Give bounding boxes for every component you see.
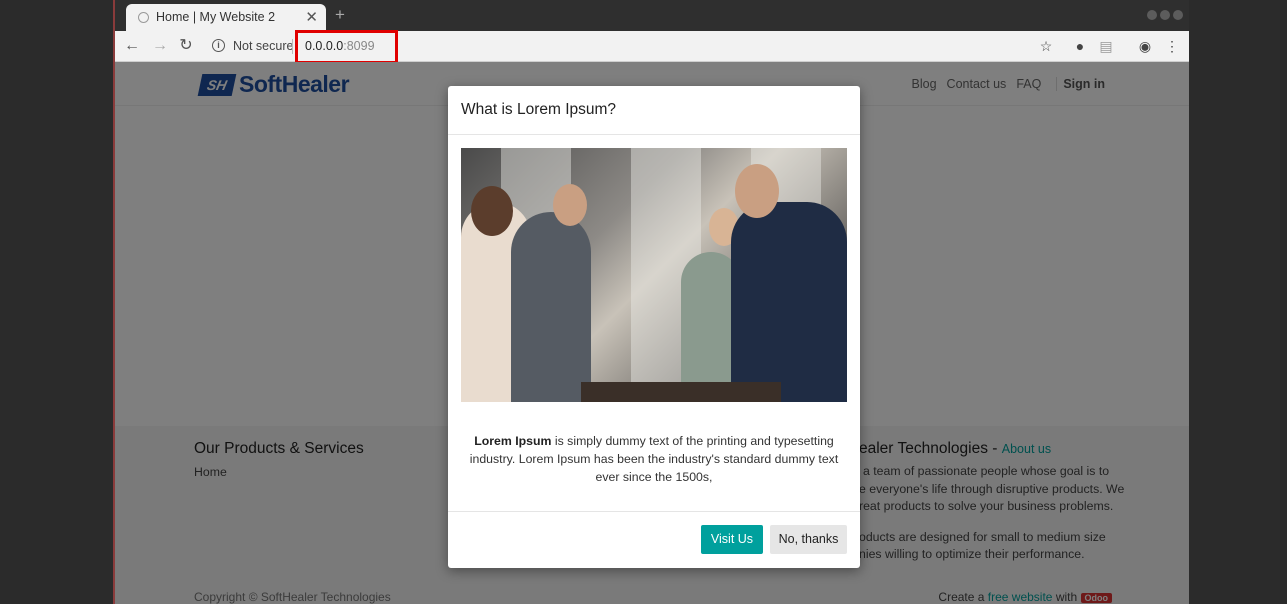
address-divider <box>292 39 293 54</box>
url-highlight-box <box>295 30 398 64</box>
browser-toolbar: ← → ↻ i Not secure 0.0.0.0:8099 ☆ ● ▤ ◉ … <box>115 31 1189 62</box>
reload-icon[interactable]: ↻ <box>175 35 197 57</box>
meeting-table <box>581 382 781 402</box>
back-arrow-icon[interactable]: ← <box>121 35 143 57</box>
minimize-button[interactable] <box>1147 10 1157 20</box>
page-favicon-icon <box>138 12 149 23</box>
window-controls <box>1147 10 1183 20</box>
modal-body: Lorem Ipsum is simply dummy text of the … <box>461 432 847 486</box>
maximize-button[interactable] <box>1160 10 1170 20</box>
tab-title: Home | My Website 2 <box>156 10 276 24</box>
profile-icon[interactable]: ◉ <box>1136 37 1154 55</box>
modal-title: What is Lorem Ipsum? <box>448 86 860 135</box>
visit-us-button[interactable]: Visit Us <box>701 525 763 554</box>
browser-window: Home | My Website 2 ✕ + ← → ↻ i Not secu… <box>113 0 1189 604</box>
desktop: Home | My Website 2 ✕ + ← → ↻ i Not secu… <box>0 0 1287 604</box>
popup-modal: What is Lorem Ipsum? Lorem Ipsum is simp… <box>448 86 860 568</box>
forward-arrow-icon[interactable]: → <box>149 35 171 57</box>
tab-home[interactable]: Home | My Website 2 ✕ <box>126 4 326 31</box>
security-status[interactable]: Not secure <box>233 39 293 53</box>
modal-footer: Visit Us No, thanks <box>448 511 860 568</box>
new-tab-button[interactable]: + <box>335 5 345 25</box>
tab-strip: Home | My Website 2 ✕ + <box>115 0 1189 31</box>
modal-body-bold: Lorem Ipsum <box>474 434 552 448</box>
extension-icon[interactable]: ● <box>1071 37 1089 55</box>
close-window-button[interactable] <box>1173 10 1183 20</box>
handshake-photo <box>461 148 847 402</box>
info-icon[interactable]: i <box>212 39 225 52</box>
no-thanks-button[interactable]: No, thanks <box>770 525 847 554</box>
reader-icon[interactable]: ▤ <box>1097 37 1115 55</box>
menu-dots-icon[interactable]: ⋮ <box>1163 37 1181 55</box>
tab-close-icon[interactable]: ✕ <box>305 8 318 26</box>
bookmark-star-icon[interactable]: ☆ <box>1037 37 1055 55</box>
